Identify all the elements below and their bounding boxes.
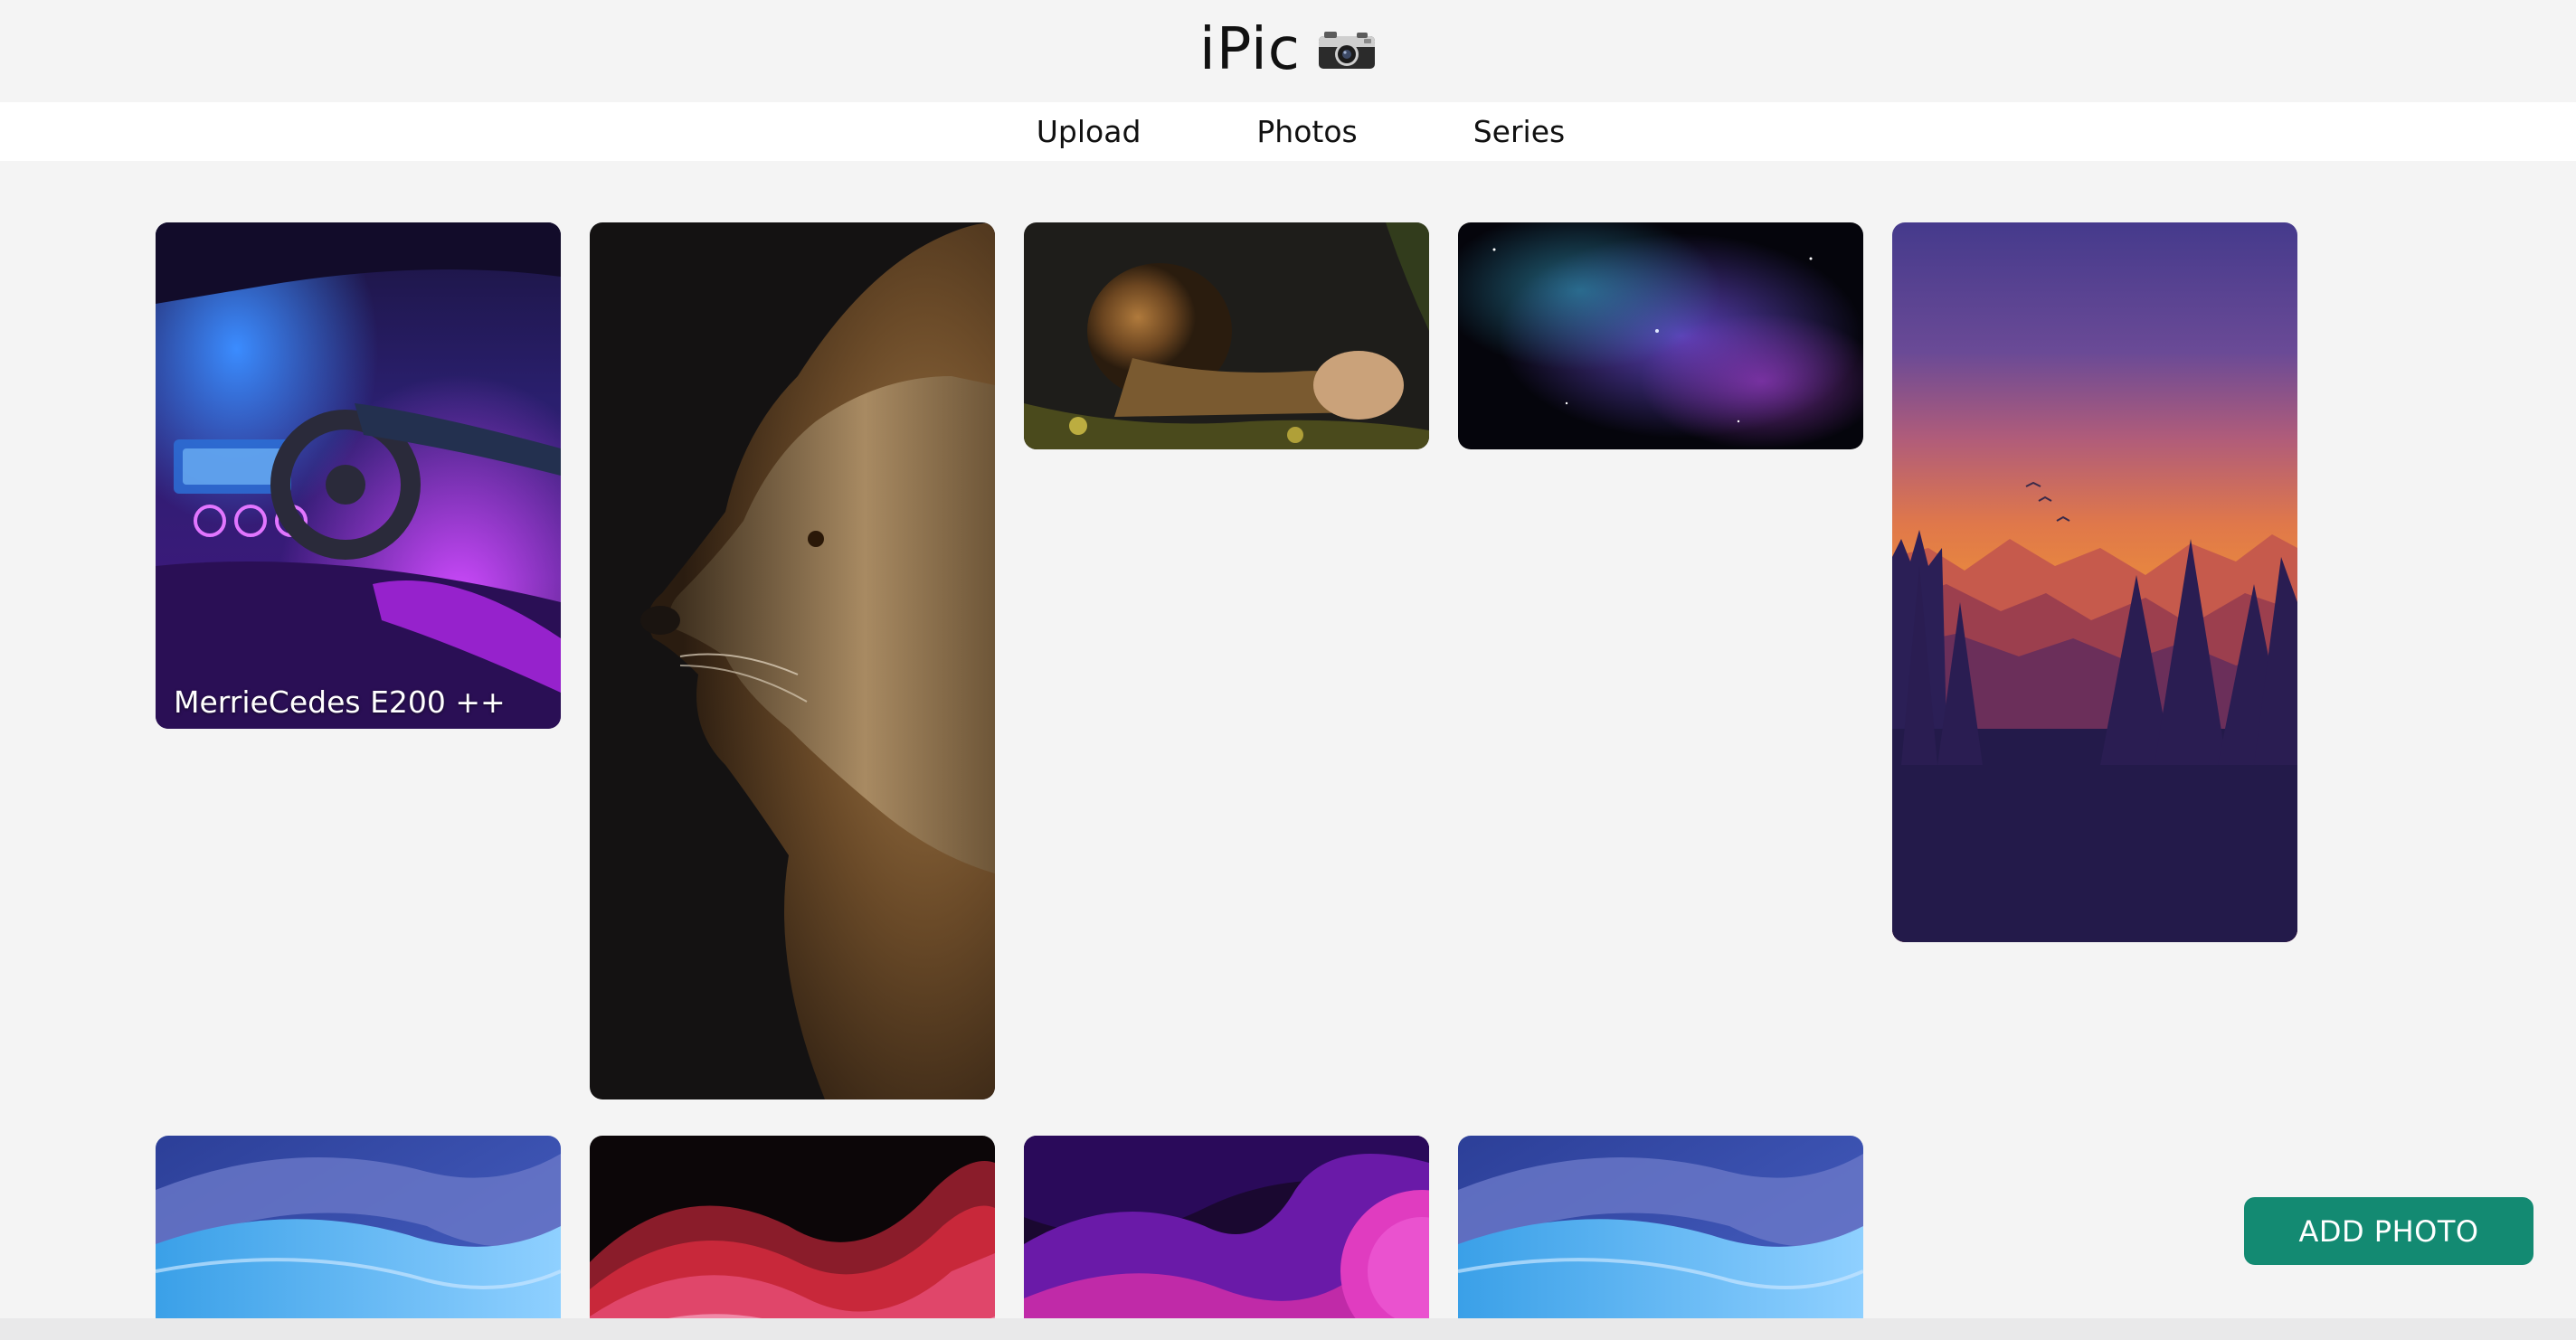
bottom-bar [0, 1318, 2576, 1340]
brand[interactable]: iPic [1199, 16, 1377, 83]
main-nav: Upload Photos Series [0, 102, 2576, 161]
camera-icon [1318, 31, 1375, 69]
photo-blue-wave [156, 1136, 561, 1340]
photo-lion-profile [590, 222, 995, 1099]
photo-card-car-interior[interactable]: MerrieCedes E200 ++ [156, 222, 561, 729]
app-title: iPic [1199, 15, 1301, 83]
nav-series[interactable]: Series [1473, 114, 1565, 149]
photo-sunset-mountains [1892, 222, 2297, 942]
add-photo-button[interactable]: ADD PHOTO [2244, 1197, 2533, 1265]
photo-nebula [1458, 222, 1863, 449]
photo-red-wave [590, 1136, 995, 1340]
nav-photos[interactable]: Photos [1256, 114, 1357, 149]
nav-upload[interactable]: Upload [1037, 114, 1141, 149]
app-header: iPic [0, 0, 2576, 102]
photo-card-blue-wave-2[interactable] [1458, 1136, 1863, 1340]
page: iPic Upload Photos Series MerrieCedes E2… [0, 0, 2576, 1340]
photo-card-sunset[interactable] [1892, 222, 2297, 942]
photo-card-purple-abstract[interactable] [1024, 1136, 1429, 1340]
photo-card-lion-lying[interactable] [1024, 222, 1429, 449]
photo-car-interior [156, 222, 561, 729]
photo-card-blue-wave[interactable] [156, 1136, 561, 1340]
nav-links: Upload Photos Series [1037, 114, 1565, 149]
photo-card-red-wave[interactable] [590, 1136, 995, 1340]
photo-caption: MerrieCedes E200 ++ [174, 684, 506, 720]
photo-card-lion-profile[interactable] [590, 222, 995, 1099]
photo-card-nebula[interactable] [1458, 222, 1863, 449]
photo-lion-lying [1024, 222, 1429, 449]
photo-blue-wave [1458, 1136, 1863, 1340]
photo-purple-abstract [1024, 1136, 1429, 1340]
